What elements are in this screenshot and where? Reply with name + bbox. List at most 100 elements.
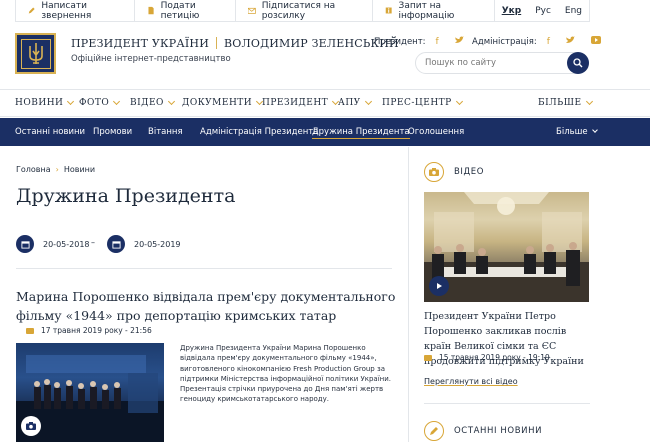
envelope-icon <box>248 7 256 14</box>
column-divider <box>408 147 409 442</box>
facebook-icon[interactable]: f <box>436 37 439 47</box>
subscribe-label: Підписатися на розсилку <box>261 0 336 21</box>
date-to-value: 20-05-2019 <box>134 239 181 249</box>
title-name: ВОЛОДИМИР ЗЕЛЕНСЬКИЙ <box>224 37 399 50</box>
pencil-icon <box>28 7 35 14</box>
main-navigation: НОВИНИ ФОТО ВІДЕО ДОКУМЕНТИ ПРЕЗИДЕНТ АП… <box>0 89 650 117</box>
photo-camera-icon <box>21 416 41 436</box>
date-to-picker[interactable]: 20-05-2019 <box>107 235 181 253</box>
document-icon <box>148 6 154 15</box>
search-icon <box>573 58 583 68</box>
date-range-dash: – <box>91 238 95 247</box>
title-president: ПРЕЗИДЕНТ УКРАЇНИ <box>71 37 209 50</box>
video-thumbnail[interactable] <box>424 192 589 302</box>
date-from-picker[interactable]: 20-05-2018 <box>16 235 90 253</box>
chevron-down-icon <box>113 97 121 106</box>
subnav-more-label: Більше <box>556 127 588 137</box>
chevron-down-icon <box>455 97 463 106</box>
nav-photo-label: ФОТО <box>79 98 110 108</box>
article-image[interactable] <box>16 343 164 442</box>
latest-news-header: ОСТАННІ НОВИНИ <box>424 421 542 441</box>
info-icon <box>385 7 392 14</box>
date-from-value: 20-05-2018 <box>43 239 90 249</box>
petition-link[interactable]: Подати петицію <box>135 0 237 21</box>
admin-facebook-icon[interactable]: f <box>547 37 550 47</box>
video-date: 15 травня 2019 року - 19:19 <box>439 353 550 362</box>
subnav-latest-news[interactable]: Останні новини <box>15 127 85 137</box>
subnav-administration[interactable]: Адміністрація Президента <box>200 127 318 137</box>
petition-label: Подати петицію <box>160 0 200 21</box>
article-excerpt: Дружина Президента України Марина Пороше… <box>180 344 391 404</box>
president-social: Президент: f <box>374 36 480 47</box>
chevron-down-icon <box>364 97 372 106</box>
title-separator <box>216 37 217 49</box>
site-subtitle: Офіційне інтернет-представництво <box>71 54 231 64</box>
calendar-icon <box>16 235 34 253</box>
lang-eng[interactable]: Eng <box>558 0 589 21</box>
youtube-icon[interactable] <box>590 36 601 47</box>
search-input[interactable] <box>425 58 565 68</box>
breadcrumb-separator-icon: › <box>55 165 59 174</box>
nav-video-label: ВІДЕО <box>130 98 164 108</box>
lang-rus[interactable]: Рус <box>528 0 558 21</box>
breadcrumb: Головна › Новини <box>16 165 95 174</box>
trident-logo[interactable] <box>15 33 56 74</box>
calendar-icon <box>107 235 125 253</box>
nav-apu[interactable]: АПУ <box>338 97 372 108</box>
article-meta: 17 травня 2019 року - 21:56 <box>26 326 152 335</box>
lang-ukr[interactable]: Укр <box>495 0 529 21</box>
nav-news-label: НОВИНИ <box>15 98 64 108</box>
nav-press-center[interactable]: ПРЕС-ЦЕНТР <box>382 97 463 108</box>
subnav-speeches[interactable]: Промови <box>93 127 132 137</box>
admin-twitter-icon[interactable] <box>565 36 575 47</box>
breadcrumb-news[interactable]: Новини <box>64 165 95 174</box>
president-social-label: Президент: <box>374 36 426 47</box>
play-icon <box>437 283 442 289</box>
play-button[interactable] <box>429 276 449 296</box>
camera-icon <box>424 354 432 361</box>
divider <box>16 268 392 269</box>
subnav-first-lady[interactable]: Дружина Президента <box>312 127 410 139</box>
utility-bar: Написати звернення Подати петицію Підпис… <box>15 0 590 22</box>
subnav-greetings[interactable]: Вітання <box>148 127 183 137</box>
appeal-label: Написати звернення <box>41 0 92 21</box>
breadcrumb-home[interactable]: Головна <box>16 165 51 174</box>
subnav-more[interactable]: Більше <box>556 127 598 137</box>
article-title[interactable]: Марина Порошенко відвідала прем'єру доку… <box>16 287 396 325</box>
site-title[interactable]: ПРЕЗИДЕНТ УКРАЇНИ ВОЛОДИМИР ЗЕЛЕНСЬКИЙ <box>71 37 399 50</box>
sub-navigation: Останні новини Промови Вітання Адміністр… <box>0 118 650 146</box>
nav-apu-label: АПУ <box>338 98 361 108</box>
nav-video[interactable]: ВІДЕО <box>130 97 175 108</box>
camera-icon <box>26 327 34 334</box>
subnav-announcements[interactable]: Оголошення <box>408 127 464 137</box>
article-date: 17 травня 2019 року - 21:56 <box>41 326 152 335</box>
nav-photo[interactable]: ФОТО <box>79 97 121 108</box>
search-button[interactable] <box>567 52 589 74</box>
info-request-label: Запит на інформацію <box>398 0 455 21</box>
nav-more-label: БІЛЬШЕ <box>538 98 582 108</box>
nav-documents-label: ДОКУМЕНТИ <box>182 98 253 108</box>
nav-documents[interactable]: ДОКУМЕНТИ <box>182 97 264 108</box>
twitter-icon[interactable] <box>454 36 464 47</box>
nav-president[interactable]: ПРЕЗИДЕНТ <box>262 97 340 108</box>
all-videos-link[interactable]: Переглянути всі відео <box>424 377 518 386</box>
chevron-down-icon <box>591 127 598 133</box>
nav-press-center-label: ПРЕС-ЦЕНТР <box>382 98 452 108</box>
video-meta: 15 травня 2019 року - 19:19 <box>424 353 550 362</box>
page-title: Дружина Президента <box>16 185 236 207</box>
video-section-label: ВІДЕО <box>454 167 485 177</box>
nav-more[interactable]: БІЛЬШЕ <box>538 97 593 108</box>
subscribe-link[interactable]: Підписатися на розсилку <box>236 0 374 21</box>
news-icon <box>424 421 444 441</box>
chevron-down-icon <box>167 97 175 106</box>
admin-social: Адміністрація: f <box>472 36 601 47</box>
chevron-down-icon <box>585 97 593 106</box>
appeal-link[interactable]: Написати звернення <box>16 0 136 21</box>
trident-icon <box>28 42 43 64</box>
search-box <box>415 52 589 74</box>
language-switcher: Укр Рус Eng <box>495 0 589 21</box>
admin-social-label: Адміністрація: <box>472 36 537 47</box>
info-request-link[interactable]: Запит на інформацію <box>373 0 495 21</box>
nav-news[interactable]: НОВИНИ <box>15 97 75 108</box>
video-section-header: ВІДЕО <box>424 162 484 182</box>
